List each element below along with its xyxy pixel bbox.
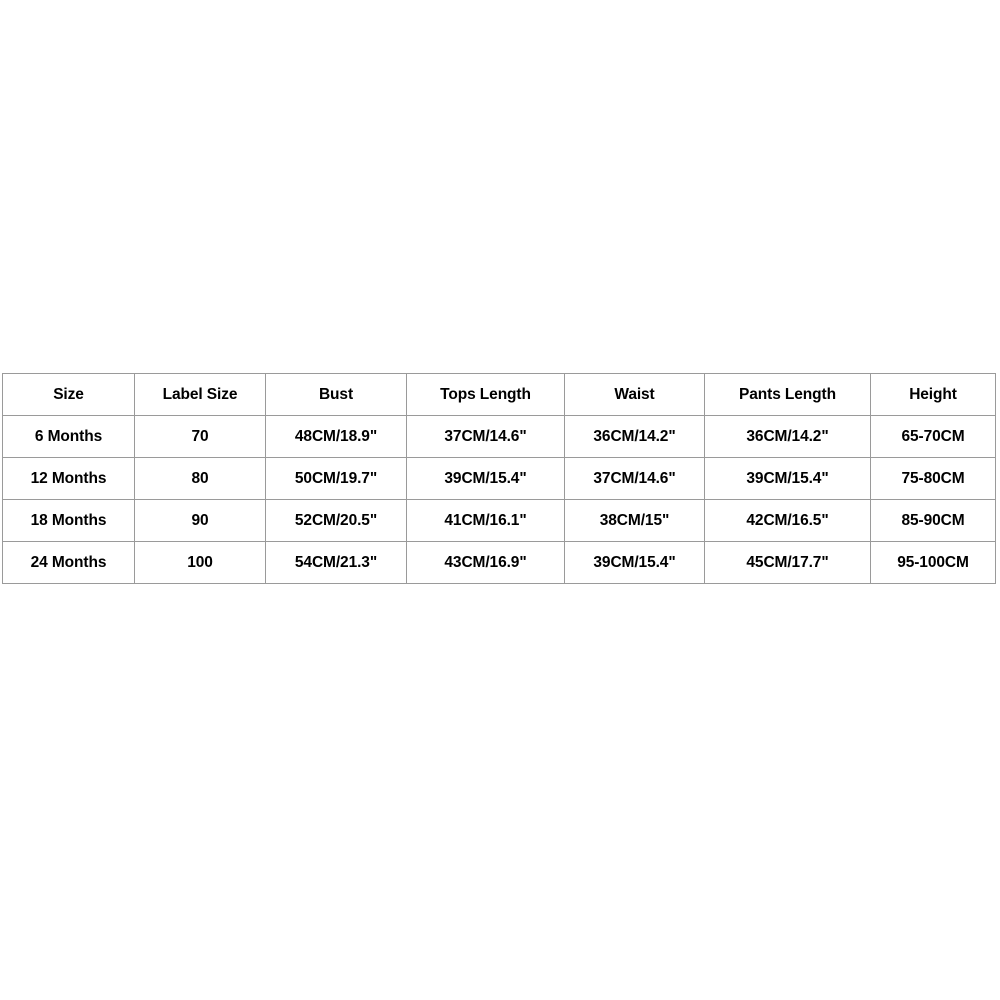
column-header-size: Size xyxy=(2,373,135,416)
cell-height: 75-80CM xyxy=(870,457,996,500)
column-header-waist: Waist xyxy=(564,373,705,416)
cell-label-size: 80 xyxy=(134,457,266,500)
cell-bust: 48CM/18.9" xyxy=(265,415,407,458)
cell-size: 18 Months xyxy=(2,499,135,542)
cell-waist: 39CM/15.4" xyxy=(564,541,705,584)
cell-size: 12 Months xyxy=(2,457,135,500)
cell-waist: 38CM/15" xyxy=(564,499,705,542)
cell-tops-length: 43CM/16.9" xyxy=(406,541,565,584)
column-header-bust: Bust xyxy=(265,373,407,416)
cell-height: 95-100CM xyxy=(870,541,996,584)
column-header-label-size: Label Size xyxy=(134,373,266,416)
cell-pants-length: 45CM/17.7" xyxy=(704,541,871,584)
column-header-pants-length: Pants Length xyxy=(704,373,871,416)
cell-height: 65-70CM xyxy=(870,415,996,458)
table-header-row: Size Label Size Bust Tops Length Waist P… xyxy=(2,373,996,416)
cell-pants-length: 39CM/15.4" xyxy=(704,457,871,500)
size-chart-table: Size Label Size Bust Tops Length Waist P… xyxy=(2,373,996,584)
cell-label-size: 100 xyxy=(134,541,266,584)
cell-pants-length: 36CM/14.2" xyxy=(704,415,871,458)
cell-bust: 50CM/19.7" xyxy=(265,457,407,500)
cell-tops-length: 41CM/16.1" xyxy=(406,499,565,542)
cell-tops-length: 37CM/14.6" xyxy=(406,415,565,458)
cell-bust: 52CM/20.5" xyxy=(265,499,407,542)
cell-size: 6 Months xyxy=(2,415,135,458)
cell-size: 24 Months xyxy=(2,541,135,584)
table-row: 24 Months 100 54CM/21.3" 43CM/16.9" 39CM… xyxy=(2,541,996,584)
table-row: 18 Months 90 52CM/20.5" 41CM/16.1" 38CM/… xyxy=(2,499,996,542)
cell-tops-length: 39CM/15.4" xyxy=(406,457,565,500)
cell-pants-length: 42CM/16.5" xyxy=(704,499,871,542)
cell-label-size: 90 xyxy=(134,499,266,542)
cell-waist: 36CM/14.2" xyxy=(564,415,705,458)
cell-label-size: 70 xyxy=(134,415,266,458)
column-header-height: Height xyxy=(870,373,996,416)
cell-bust: 54CM/21.3" xyxy=(265,541,407,584)
cell-waist: 37CM/14.6" xyxy=(564,457,705,500)
column-header-tops-length: Tops Length xyxy=(406,373,565,416)
table-row: 12 Months 80 50CM/19.7" 39CM/15.4" 37CM/… xyxy=(2,457,996,500)
cell-height: 85-90CM xyxy=(870,499,996,542)
size-chart-container: Size Label Size Bust Tops Length Waist P… xyxy=(2,373,996,584)
table-row: 6 Months 70 48CM/18.9" 37CM/14.6" 36CM/1… xyxy=(2,415,996,458)
